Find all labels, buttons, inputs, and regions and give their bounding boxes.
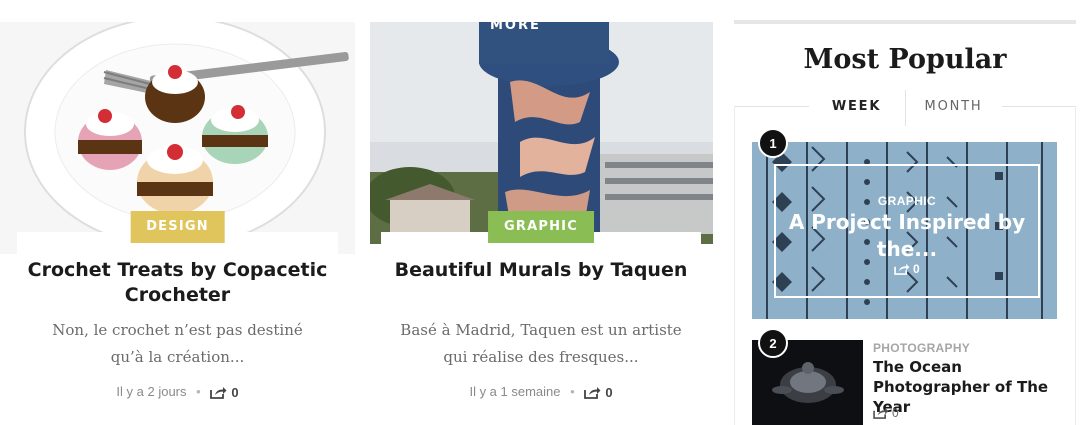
share-icon bbox=[210, 387, 227, 399]
share-button[interactable]: 0 bbox=[894, 262, 920, 276]
meta-separator: • bbox=[196, 384, 201, 399]
article-title[interactable]: Crochet Treats by Copacetic Crocheter bbox=[17, 258, 338, 308]
popular-title[interactable]: A Project Inspired by the... bbox=[776, 209, 1038, 263]
share-button[interactable]: 0 bbox=[210, 385, 239, 401]
share-button[interactable]: 0 bbox=[873, 406, 899, 420]
feature-frame: GRAPHIC A Project Inspired by the... 0 bbox=[774, 164, 1040, 298]
popular-title[interactable]: The Ocean Photographer of The Year bbox=[873, 357, 1053, 417]
share-icon bbox=[873, 407, 889, 419]
article-excerpt: Non, le crochet n’est pas destiné qu’à l… bbox=[52, 321, 303, 366]
category-badge-design[interactable]: DESIGN bbox=[130, 211, 225, 243]
article-date: Il y a 1 semaine bbox=[469, 384, 561, 399]
rank-badge: 2 bbox=[758, 328, 788, 358]
article-card-body: DESIGN Crochet Treats by Copacetic Croch… bbox=[17, 211, 338, 425]
popular-category[interactable]: GRAPHIC bbox=[776, 194, 1038, 208]
share-count: 0 bbox=[892, 406, 899, 420]
popular-item-1[interactable]: GRAPHIC A Project Inspired by the... 0 bbox=[752, 142, 1057, 319]
article-date: Il y a 2 jours bbox=[116, 384, 187, 399]
more-label[interactable]: MORE bbox=[490, 18, 541, 33]
article-meta: Il y a 1 semaine • 0 bbox=[381, 384, 701, 400]
share-count: 0 bbox=[231, 385, 239, 401]
share-count: 0 bbox=[913, 262, 920, 276]
article-title[interactable]: Beautiful Murals by Taquen bbox=[381, 258, 701, 283]
article-card-body: GRAPHIC Beautiful Murals by Taquen Basé … bbox=[381, 211, 701, 425]
meta-separator: • bbox=[570, 384, 575, 399]
share-button[interactable]: 0 bbox=[584, 385, 613, 401]
sidebar-title: Most Popular bbox=[803, 44, 1007, 75]
popular-category[interactable]: PHOTOGRAPHY bbox=[873, 341, 970, 355]
sidebar-top-rule bbox=[734, 20, 1076, 24]
rank-badge: 1 bbox=[758, 128, 788, 158]
category-badge-graphic[interactable]: GRAPHIC bbox=[488, 211, 594, 243]
article-meta: Il y a 2 jours • 0 bbox=[17, 384, 338, 400]
share-icon bbox=[584, 387, 601, 399]
share-count: 0 bbox=[605, 385, 613, 401]
share-icon bbox=[894, 263, 910, 275]
article-excerpt: Basé à Madrid, Taquen est un artiste qui… bbox=[400, 321, 682, 366]
